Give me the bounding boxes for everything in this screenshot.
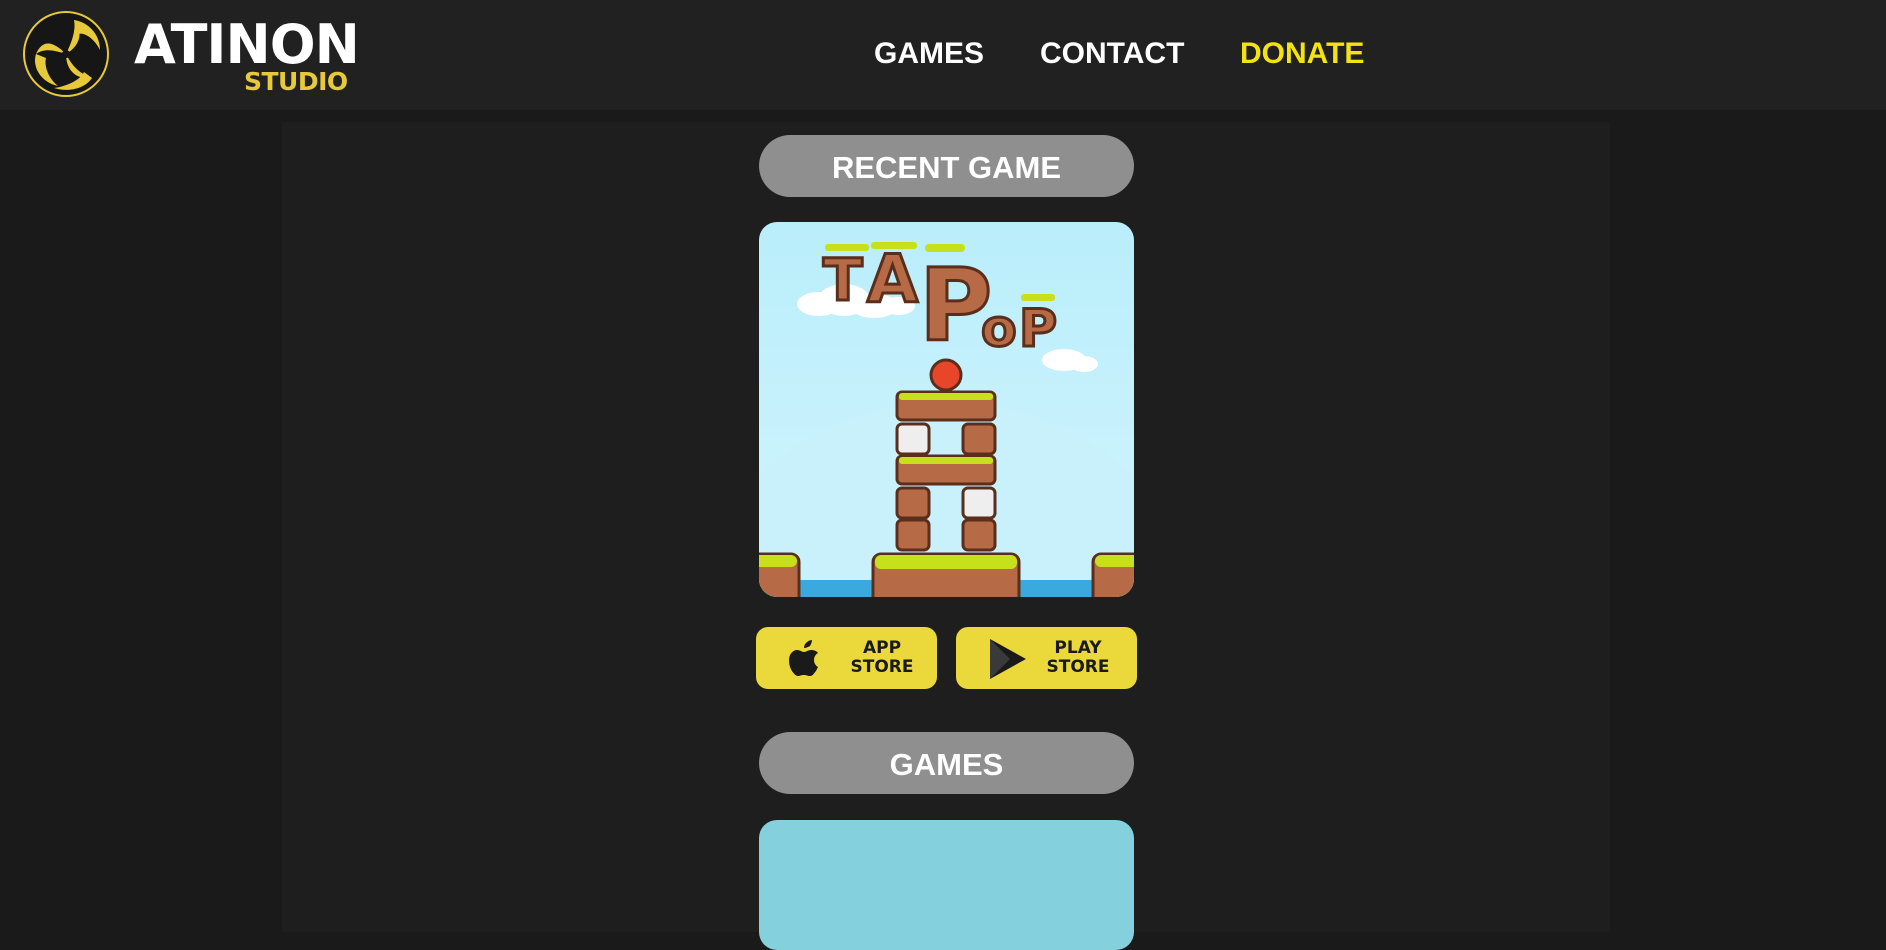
play-store-label: PLAY STORE xyxy=(1038,639,1118,677)
logo-title: ATINON xyxy=(134,13,360,76)
tap-pop-artwork: T A P o P xyxy=(759,222,1134,597)
app-store-label: APP STORE xyxy=(842,639,922,677)
nav-donate-link[interactable]: DONATE xyxy=(1240,36,1364,72)
svg-text:P: P xyxy=(1019,299,1057,359)
logo-subtitle: STUDIO xyxy=(244,67,348,96)
svg-text:o: o xyxy=(981,299,1017,359)
play-store-line1: PLAY xyxy=(1054,638,1102,658)
play-triangle-icon xyxy=(990,639,1026,679)
nav-games-link[interactable]: GAMES xyxy=(874,36,984,72)
site-logo[interactable]: ATINON STUDIO xyxy=(22,10,360,98)
svg-text:A: A xyxy=(867,241,918,318)
svg-text:T: T xyxy=(823,246,863,314)
app-store-line1: APP xyxy=(862,638,902,658)
play-store-line2: STORE xyxy=(1046,657,1110,677)
tap-pop-game-art[interactable]: T A P o P xyxy=(759,222,1134,597)
site-header: ATINON STUDIO GAMES CONTACT DONATE xyxy=(0,0,1886,110)
triskelion-logo-icon xyxy=(23,11,109,97)
apple-icon xyxy=(789,640,818,676)
games-heading: GAMES xyxy=(759,732,1134,794)
app-store-line2: STORE xyxy=(850,657,914,677)
nav-contact-link[interactable]: CONTACT xyxy=(1040,36,1184,72)
game-card[interactable] xyxy=(759,820,1134,950)
recent-game-heading: RECENT GAME xyxy=(759,135,1134,197)
app-store-button[interactable]: APP STORE xyxy=(756,627,937,689)
play-store-button[interactable]: PLAY STORE xyxy=(956,627,1137,689)
